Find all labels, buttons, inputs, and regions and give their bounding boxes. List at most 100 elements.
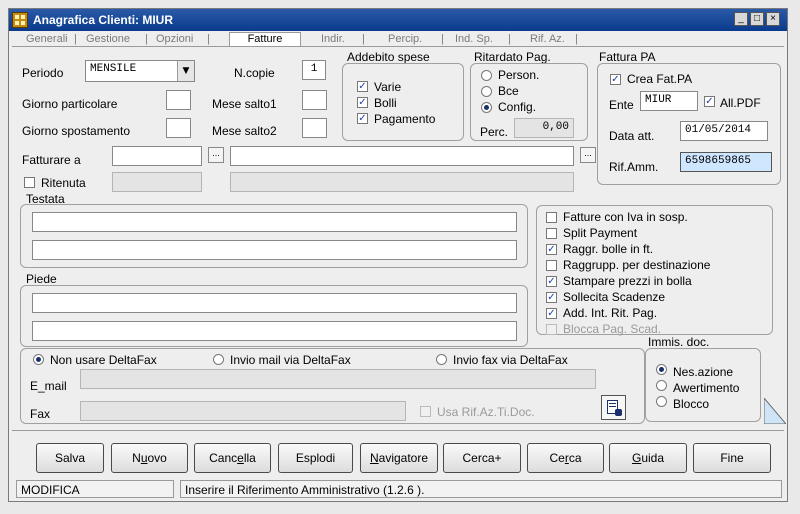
bce-radio[interactable] [481,86,492,97]
non-usare-deltafax-radio[interactable] [33,354,44,365]
crea-fatpa-checkbox[interactable]: ✓ [610,74,621,85]
fax-field[interactable] [80,401,406,421]
bce-label: Bce [498,84,519,98]
nes-azione-radio[interactable] [656,364,667,375]
giorno-spostamento-label: Giorno spostamento [22,124,131,138]
bolli-checkbox[interactable]: ✓ [357,97,368,108]
tab-opzioni[interactable]: Opzioni [156,33,193,45]
ncopie-field[interactable]: 1 [302,60,326,80]
mese-salto1-field[interactable] [302,90,327,110]
close-button[interactable]: × [766,12,780,26]
raggrupp-dest-checkbox[interactable] [546,260,557,271]
non-usare-deltafax-label: Non usare DeltaFax [50,353,157,367]
blocco-radio[interactable] [656,396,667,407]
perc-field[interactable]: 0,00 [514,118,574,138]
periodo-select[interactable]: MENSILE ▼ [85,60,195,82]
crea-fatpa-label: Crea Fat.PA [627,72,693,86]
periodo-label: Periodo [22,66,64,80]
tab-rif-az[interactable]: Rif. Az. [530,33,565,45]
add-int-rit-checkbox[interactable]: ✓ [546,308,557,319]
bolli-label: Bolli [374,96,397,110]
data-att-field[interactable]: 01/05/2014 [680,121,768,141]
raggr-bolle-checkbox[interactable]: ✓ [546,244,557,255]
periodo-value: MENSILE [90,63,137,75]
divider [12,430,784,431]
tab-fatture[interactable]: Fatture [229,32,301,47]
ritenuta-code-field[interactable] [112,172,202,192]
invio-fax-radio[interactable] [436,354,447,365]
tab-divider [12,46,784,47]
tab-separator: | [207,33,210,45]
fatturare-a-name-field[interactable] [230,146,574,166]
guida-button[interactable]: Guida [609,443,687,473]
fatturare-name-lookup-button[interactable]: ... [580,147,596,163]
usa-rif-label: Usa Rif.Az.Ti.Doc. [437,405,535,419]
config-label: Config. [498,100,537,114]
ritenuta-checkbox[interactable] [24,177,35,188]
email-field[interactable] [80,369,596,389]
mese-salto2-field[interactable] [302,118,327,138]
iva-sosp-checkbox[interactable] [546,212,557,223]
person-radio[interactable] [481,70,492,81]
tab-separator: | [508,33,511,45]
esplodi-button[interactable]: Esplodi [278,443,353,473]
tab-separator: | [145,33,148,45]
testata-line2-field[interactable] [32,240,517,260]
giorno-particolare-field[interactable] [166,90,191,110]
title-bar[interactable]: Anagrafica Clienti: MIUR _ □ × [9,9,787,31]
fatturare-a-code-field[interactable] [112,146,202,166]
document-icon[interactable] [601,395,626,420]
maximize-button[interactable]: □ [750,12,764,26]
navigatore-button[interactable]: Navigatore [360,443,438,473]
tab-generali[interactable]: Generali [26,33,68,45]
status-message: Inserire il Riferimento Amministrativo (… [180,480,782,498]
config-radio[interactable] [481,102,492,113]
ritenuta-desc-field[interactable] [230,172,574,192]
chevron-down-icon[interactable]: ▼ [177,61,194,81]
fine-button[interactable]: Fine [693,443,771,473]
cerca-plus-button[interactable]: Cerca+ [443,443,521,473]
tab-indir[interactable]: Indir. [321,33,345,45]
tab-ind-sp[interactable]: Ind. Sp. [455,33,493,45]
piede-line1-field[interactable] [32,293,517,313]
data-att-label: Data att. [609,129,655,143]
invio-mail-radio[interactable] [213,354,224,365]
fattura-pa-title: Fattura PA [599,50,656,64]
minimize-button[interactable]: _ [734,12,748,26]
raggrupp-dest-label: Raggrupp. per destinazione [563,258,711,272]
awertimento-label: Awertimento [673,381,740,395]
ente-field[interactable]: MIUR [640,91,698,111]
tab-percip[interactable]: Percip. [388,33,422,45]
ritenuta-label: Ritenuta [41,176,86,190]
fatturare-lookup-button[interactable]: ... [208,147,224,163]
ritardato-title: Ritardato Pag. [474,50,551,64]
mese-salto1-label: Mese salto1 [212,97,277,111]
pagamento-label: Pagamento [374,112,436,126]
piede-label: Piede [26,272,57,286]
tab-gestione[interactable]: Gestione [86,33,130,45]
allpdf-checkbox[interactable]: ✓ [704,96,715,107]
person-label: Person. [498,68,540,82]
stampare-prezzi-checkbox[interactable]: ✓ [546,276,557,287]
pagamento-checkbox[interactable]: ✓ [357,113,368,124]
sollecita-scadenze-checkbox[interactable]: ✓ [546,292,557,303]
salva-button[interactable]: Salva [36,443,104,473]
varie-label: Varie [374,80,402,94]
window-title: Anagrafica Clienti: MIUR [33,13,174,27]
split-payment-checkbox[interactable] [546,228,557,239]
split-payment-label: Split Payment [563,226,638,240]
tab-separator: | [74,33,77,45]
awertimento-radio[interactable] [656,380,667,391]
allpdf-label: All.PDF [720,96,761,110]
varie-checkbox[interactable]: ✓ [357,81,368,92]
testata-line1-field[interactable] [32,212,517,232]
cancella-button[interactable]: Cancella [194,443,271,473]
blocca-pag-label: Blocca Pag. Scad. [563,322,662,336]
piede-line2-field[interactable] [32,321,517,341]
status-mode: MODIFICA [16,480,174,498]
nuovo-button[interactable]: Nuovo [111,443,188,473]
rif-amm-field[interactable]: 6598659865 [680,152,772,172]
invio-mail-label: Invio mail via DeltaFax [230,353,351,367]
giorno-spostamento-field[interactable] [166,118,191,138]
cerca-button[interactable]: Cerca [527,443,604,473]
